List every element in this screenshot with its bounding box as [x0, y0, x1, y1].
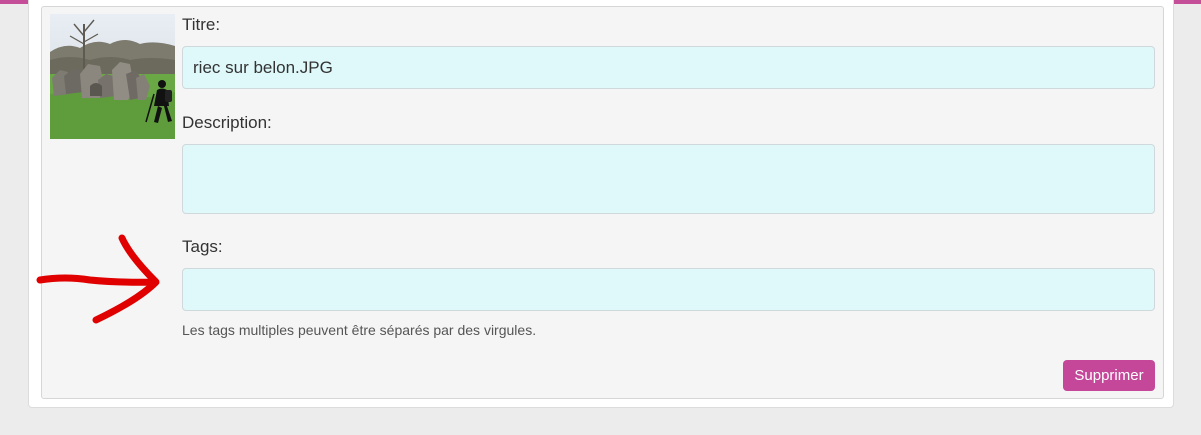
description-textarea[interactable] [182, 144, 1155, 214]
red-arrow-icon [36, 234, 160, 324]
image-thumbnail [50, 14, 175, 139]
tags-input[interactable] [182, 268, 1155, 311]
description-label: Description: [182, 113, 272, 132]
title-input[interactable] [182, 46, 1155, 89]
delete-button[interactable]: Supprimer [1063, 360, 1155, 391]
tags-label: Tags: [182, 237, 223, 256]
tags-help-text: Les tags multiples peuvent être séparés … [182, 322, 537, 338]
title-label: Titre: [182, 15, 221, 34]
